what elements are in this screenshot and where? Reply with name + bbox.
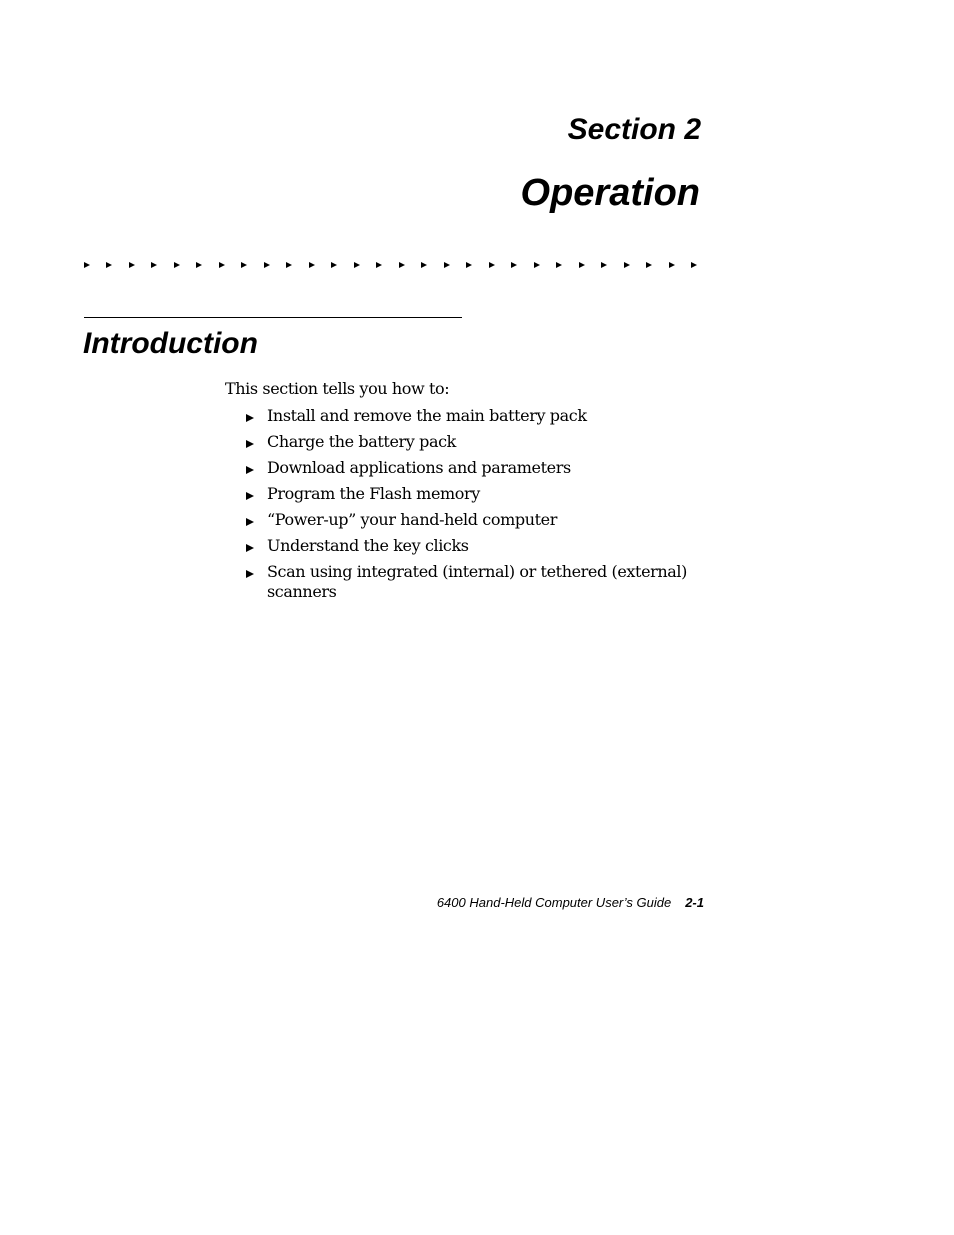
bullet-arrow-icon: [246, 440, 254, 448]
bullet-arrow-icon: [246, 466, 254, 474]
divider-arrow-icon: [398, 262, 405, 268]
page-footer: 6400 Hand-Held Computer User’s Guide 2-1: [437, 894, 704, 912]
divider-arrow-icon: [556, 262, 563, 268]
bullet-arrow-icon: [246, 570, 254, 578]
divider-arrow-icon: [601, 262, 608, 268]
list-item-text: Charge the battery pack: [267, 432, 456, 451]
divider-arrow-icon: [376, 262, 383, 268]
divider-arrow-icon: [173, 262, 180, 268]
bullet-arrow-icon: [246, 518, 254, 526]
list-item: Download applications and parameters: [245, 458, 715, 480]
divider-arrow-icon: [353, 262, 360, 268]
divider-arrow-icon: [466, 262, 473, 268]
list-item: Install and remove the main battery pack: [245, 406, 715, 428]
divider-arrow-icon: [511, 262, 518, 268]
divider-arrow-icon: [84, 262, 90, 268]
divider-arrow-icon: [308, 262, 315, 268]
divider-arrow-icon: [668, 262, 675, 268]
list-item-text: Download applications and parameters: [267, 458, 571, 477]
divider-arrow-icon: [578, 262, 585, 268]
footer-guide-title: 6400 Hand-Held Computer User’s Guide: [436, 895, 672, 910]
list-item: “Power-up” your hand-held computer: [245, 510, 715, 532]
divider-arrow-icon: [241, 262, 248, 268]
divider-arrow-icon: [646, 262, 653, 268]
list-item-text: Install and remove the main battery pack: [267, 406, 587, 425]
divider-arrow-icon: [331, 262, 338, 268]
chapter-title: Operation: [520, 172, 700, 214]
divider-arrow-icon: [218, 262, 225, 268]
heading-rule: [84, 317, 462, 318]
divider-arrow-icon: [128, 262, 135, 268]
divider-arrow-icon: [443, 262, 450, 268]
list-item-text: “Power-up” your hand-held computer: [267, 510, 557, 529]
introduction-lead: This section tells you how to:: [225, 379, 450, 398]
divider-arrow-icon: [106, 262, 113, 268]
divider-arrow-icon: [623, 262, 630, 268]
arrow-divider: [84, 261, 700, 271]
divider-arrow-icon: [196, 262, 203, 268]
list-item: Understand the key clicks: [245, 536, 715, 558]
divider-arrow-icon: [263, 262, 270, 268]
bullet-arrow-icon: [246, 544, 254, 552]
section-label: Section 2: [567, 113, 701, 146]
introduction-heading: Introduction: [83, 327, 258, 360]
list-item: Charge the battery pack: [245, 432, 715, 454]
divider-arrow-icon: [533, 262, 540, 268]
list-item-text: Scan using integrated (internal) or teth…: [267, 562, 687, 601]
bullet-arrow-icon: [246, 414, 254, 422]
bullet-arrow-icon: [246, 492, 254, 500]
list-item: Program the Flash memory: [245, 484, 715, 506]
task-list: Install and remove the main battery pack…: [245, 406, 715, 606]
list-item: Scan using integrated (internal) or teth…: [245, 562, 715, 602]
divider-arrow-icon: [151, 262, 158, 268]
divider-arrow-icon: [286, 262, 293, 268]
list-item-text: Program the Flash memory: [267, 484, 480, 503]
divider-arrow-icon: [488, 262, 495, 268]
page-number: 2-1: [685, 895, 704, 910]
divider-arrow-icon: [691, 262, 697, 268]
divider-arrow-icon: [421, 262, 428, 268]
list-item-text: Understand the key clicks: [267, 536, 469, 555]
